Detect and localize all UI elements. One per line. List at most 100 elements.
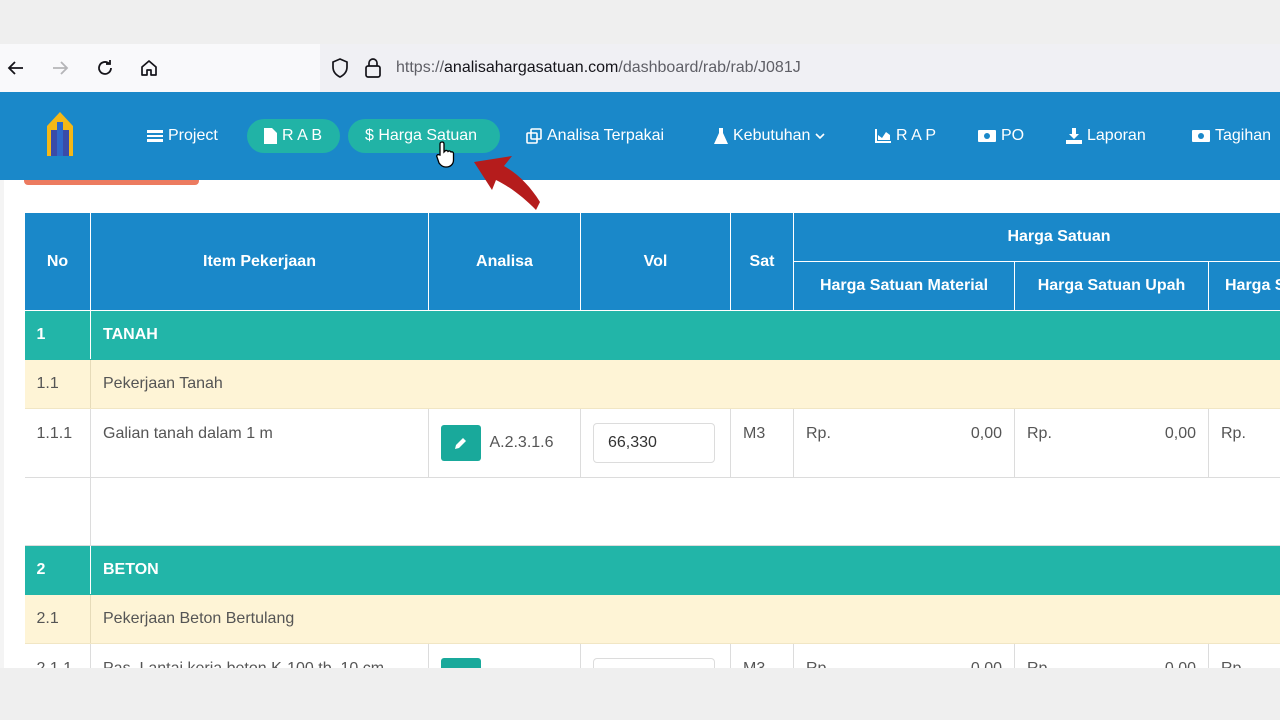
table-row: 2.1 Pekerjaan Beton Bertulang xyxy=(24,594,1280,644)
row-name: Pekerjaan Beton Bertulang xyxy=(89,594,1280,644)
upah-value: 0,00 xyxy=(1164,425,1196,442)
bottom-strip xyxy=(0,668,1280,720)
col-header-vol: Vol xyxy=(580,212,731,311)
nav-tagihan-label: Tagihan xyxy=(1215,127,1272,144)
col-header-sat: Sat xyxy=(730,212,794,311)
nav-harga-satuan-label: $ Harga Satuan xyxy=(365,127,478,144)
row-name: Pekerjaan Tanah xyxy=(89,359,1280,409)
row-name: TANAH xyxy=(89,310,1280,360)
analisa-cell: A.2.3.1.6 xyxy=(428,408,581,478)
nav-rap-label: R A P xyxy=(896,127,937,144)
table-row: 1.1 Pekerjaan Tanah xyxy=(24,359,1280,409)
table-row: 2 BETON xyxy=(24,545,1280,595)
window-top-strip xyxy=(0,0,1280,44)
upah-value: 0,00 xyxy=(1165,660,1196,668)
home-icon xyxy=(141,60,157,76)
upah-cell: Rp. 0,00 xyxy=(1014,643,1209,668)
vol-cell: 66,330 xyxy=(580,408,731,478)
back-button[interactable] xyxy=(0,52,32,84)
browser-toolbar: https://analisahargasatuan.com/dashboard… xyxy=(0,44,1280,92)
url-path: /dashboard/rab/rab/J081J xyxy=(618,59,801,76)
vol-cell xyxy=(580,643,731,668)
currency-label: Rp. xyxy=(806,425,831,442)
analisa-code[interactable]: A.2.3.1.6 xyxy=(489,434,553,451)
pencil-icon xyxy=(455,438,466,449)
url-host: analisahargasatuan.com xyxy=(444,59,619,76)
money-icon xyxy=(1192,130,1210,142)
file-icon xyxy=(264,128,277,144)
app-logo[interactable] xyxy=(44,110,76,160)
row-no: 1 xyxy=(24,310,91,360)
nav-po[interactable]: PO xyxy=(961,119,1041,153)
third-cell: Rp. xyxy=(1207,408,1280,478)
chevron-down-icon xyxy=(815,133,825,140)
empty-cell xyxy=(89,477,1280,546)
nav-project[interactable]: Project xyxy=(130,119,235,153)
copy-icon xyxy=(526,128,542,144)
nav-tagihan[interactable]: Tagihan xyxy=(1175,119,1280,153)
col-header-third: Harga S xyxy=(1207,261,1280,311)
lock-icon[interactable] xyxy=(364,57,382,79)
col-header-item: Item Pekerjaan xyxy=(90,212,429,311)
reload-icon xyxy=(98,60,112,75)
reload-button[interactable] xyxy=(89,52,121,84)
empty-cell xyxy=(24,477,91,546)
nav-rab[interactable]: R A B xyxy=(247,119,340,153)
edit-button[interactable] xyxy=(441,658,481,668)
row-no: 1.1.1 xyxy=(24,408,91,478)
list-icon xyxy=(147,130,163,142)
nav-rab-label: R A B xyxy=(282,127,323,144)
analisa-cell xyxy=(428,643,581,668)
nav-laporan[interactable]: Laporan xyxy=(1049,119,1163,153)
url-bar[interactable]: https://analisahargasatuan.com/dashboard… xyxy=(320,44,1280,92)
col-header-upah: Harga Satuan Upah xyxy=(1014,261,1209,311)
main-content: No Item Pekerjaan Analisa Vol Sat Harga … xyxy=(0,180,1280,668)
nav-laporan-label: Laporan xyxy=(1087,127,1146,144)
row-no: 2.1 xyxy=(24,594,91,644)
col-header-harga-satuan: Harga Satuan xyxy=(792,212,1280,262)
orange-button-edge[interactable] xyxy=(24,180,199,185)
home-button[interactable] xyxy=(133,52,165,84)
material-cell: Rp. 0,00 xyxy=(793,643,1015,668)
currency-label: Rp. xyxy=(1027,660,1052,668)
chart-icon xyxy=(875,129,891,143)
sat-cell: M3 xyxy=(730,643,794,668)
row-no: 1.1 xyxy=(24,359,91,409)
nav-rap[interactable]: R A P xyxy=(858,119,953,153)
nav-analisa-terpakai[interactable]: Analisa Terpakai xyxy=(509,119,681,153)
nav-project-label: Project xyxy=(168,127,218,144)
table-row: 1 TANAH xyxy=(24,310,1280,360)
table-row: 2.1.1 Pas. Lantai kerja beton K-100 tb. … xyxy=(24,643,1280,668)
shield-icon[interactable] xyxy=(330,57,350,79)
forward-arrow-icon xyxy=(53,61,69,75)
col-header-analisa: Analisa xyxy=(428,212,581,311)
money-icon xyxy=(978,130,996,142)
nav-analisa-terpakai-label: Analisa Terpakai xyxy=(547,127,665,144)
table-row: 1.1.1 Galian tanah dalam 1 m A.2.3.1.6 6… xyxy=(24,408,1280,478)
nav-kebutuhan[interactable]: Kebutuhan xyxy=(697,119,842,153)
edit-button[interactable] xyxy=(441,425,481,461)
material-cell: Rp. 0,00 xyxy=(793,408,1015,478)
upah-cell: Rp. 0,00 xyxy=(1014,408,1209,478)
vol-input[interactable]: 66,330 xyxy=(593,423,715,463)
row-name: Pas. Lantai kerja beton K-100 tb. 10 cm xyxy=(90,643,429,668)
sat-cell: M3 xyxy=(730,408,794,478)
url-prefix: https:// xyxy=(396,59,445,76)
row-no: 2 xyxy=(24,545,91,595)
material-value: 0,00 xyxy=(970,425,1002,442)
back-arrow-icon xyxy=(7,61,23,75)
material-value: 0,00 xyxy=(971,660,1002,668)
nav-kebutuhan-label: Kebutuhan xyxy=(733,127,811,144)
url-text[interactable]: https://analisahargasatuan.com/dashboard… xyxy=(396,59,801,77)
forward-button[interactable] xyxy=(44,52,76,84)
col-header-material: Harga Satuan Material xyxy=(793,261,1015,311)
vol-input[interactable] xyxy=(593,658,715,668)
nav-harga-satuan[interactable]: $ Harga Satuan xyxy=(348,119,500,153)
flask-icon xyxy=(714,128,728,144)
row-name: BETON xyxy=(89,545,1280,595)
currency-label: Rp. xyxy=(1027,425,1052,442)
hand-cursor-icon xyxy=(436,141,455,168)
third-cell: Rp. xyxy=(1207,643,1280,668)
nav-po-label: PO xyxy=(1001,127,1025,144)
col-header-no: No xyxy=(24,212,91,311)
